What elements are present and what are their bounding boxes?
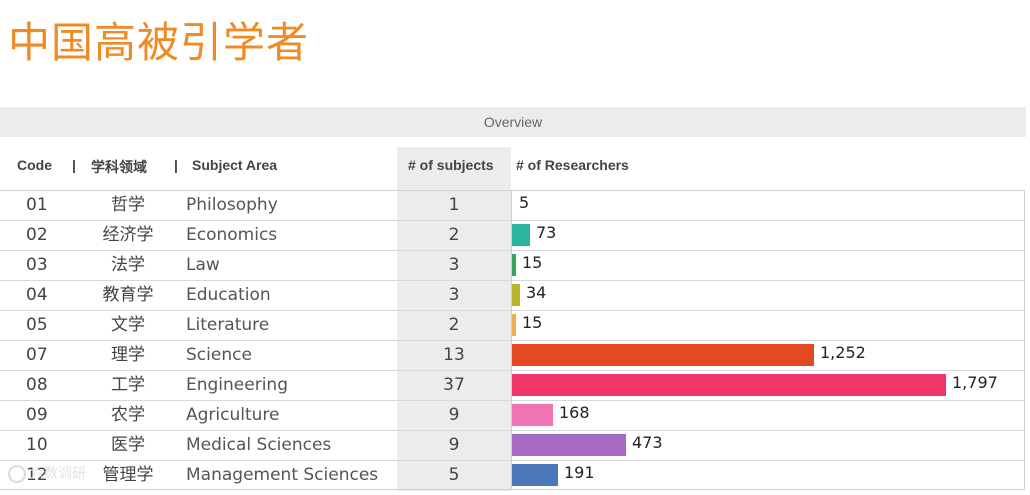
- bar-data-label: 168: [559, 403, 590, 422]
- row-subject-area: Philosophy: [186, 195, 278, 215]
- row-num-subjects: 2: [448, 315, 460, 335]
- header-subject-area: Subject Area: [192, 157, 278, 173]
- header-separator: |: [72, 157, 76, 173]
- row-subject-cn: 管理学: [102, 465, 154, 485]
- row-code: 05: [26, 315, 48, 335]
- row-subject-area: Law: [186, 255, 220, 275]
- overview-header: Overview: [0, 107, 1026, 137]
- watermark: 六数调研: [8, 463, 86, 483]
- row-num-subjects: 9: [448, 405, 460, 425]
- row-subject-cn: 经济学: [102, 225, 154, 245]
- bar-researchers: [512, 464, 558, 486]
- row-subject-area: Science: [186, 345, 252, 365]
- header-subject-cn: 学科领域: [91, 159, 147, 175]
- row-code: 08: [26, 375, 48, 395]
- row-code: 01: [26, 195, 48, 215]
- row-code: 09: [26, 405, 48, 425]
- row-code: 04: [26, 285, 48, 305]
- watermark-logo-icon: [8, 465, 26, 483]
- row-subject-area: Literature: [186, 315, 270, 335]
- bar-data-label: 191: [564, 463, 595, 482]
- bar-data-label: 34: [526, 283, 547, 302]
- bar-data-label: 1,252: [820, 343, 866, 362]
- bar-researchers: [512, 344, 814, 366]
- watermark-text: 六数调研: [30, 466, 86, 482]
- row-subject-area: Medical Sciences: [186, 435, 332, 455]
- bar-researchers: [512, 254, 516, 276]
- bar-researchers: [512, 194, 513, 216]
- row-subject-cn: 教育学: [102, 285, 154, 305]
- page-title: 中国高被引学者: [8, 18, 310, 67]
- row-subject-area: Engineering: [186, 375, 288, 395]
- row-subject-area: Economics: [186, 225, 278, 245]
- bar-data-label: 5: [519, 193, 530, 212]
- row-subject-cn: 农学: [111, 405, 145, 425]
- bar-researchers: [512, 284, 520, 306]
- row-subject-cn: 医学: [111, 435, 145, 455]
- row-subject-cn: 哲学: [111, 195, 145, 215]
- row-subject-area: Agriculture: [186, 405, 280, 425]
- bar-data-label: 1,797: [952, 373, 998, 392]
- bar-researchers: [512, 374, 946, 396]
- bar-researchers: [512, 224, 530, 246]
- row-subject-cn: 文学: [111, 315, 145, 335]
- row-code: 02: [26, 225, 48, 245]
- row-num-subjects: 2: [448, 225, 460, 245]
- row-num-subjects: 3: [448, 255, 460, 275]
- row-subject-area: Education: [186, 285, 271, 305]
- row-num-subjects: 9: [448, 435, 460, 455]
- row-subject-cn: 工学: [111, 375, 145, 395]
- row-num-subjects: 3: [448, 285, 460, 305]
- bar-researchers: [512, 404, 553, 426]
- header-separator: |: [174, 157, 178, 173]
- row-num-subjects: 1: [448, 195, 460, 215]
- header-num-subjects: # of subjects: [408, 157, 494, 173]
- bar-data-label: 473: [632, 433, 663, 452]
- row-code: 10: [26, 435, 48, 455]
- header-num-researchers: # of Researchers: [516, 157, 629, 173]
- bar-data-label: 15: [522, 253, 543, 272]
- bar-data-label: 73: [536, 223, 557, 242]
- row-num-subjects: 13: [443, 345, 465, 365]
- row-num-subjects: 37: [443, 375, 465, 395]
- row-subject-area: Management Sciences: [186, 465, 379, 485]
- bar-data-label: 15: [522, 313, 543, 332]
- row-code: 03: [26, 255, 48, 275]
- header-code: Code: [17, 157, 52, 173]
- row-subject-cn: 理学: [111, 345, 145, 365]
- row-num-subjects: 5: [448, 465, 460, 485]
- row-code: 07: [26, 345, 48, 365]
- bar-researchers: [512, 314, 516, 336]
- row-subject-cn: 法学: [111, 255, 145, 275]
- bar-researchers: [512, 434, 626, 456]
